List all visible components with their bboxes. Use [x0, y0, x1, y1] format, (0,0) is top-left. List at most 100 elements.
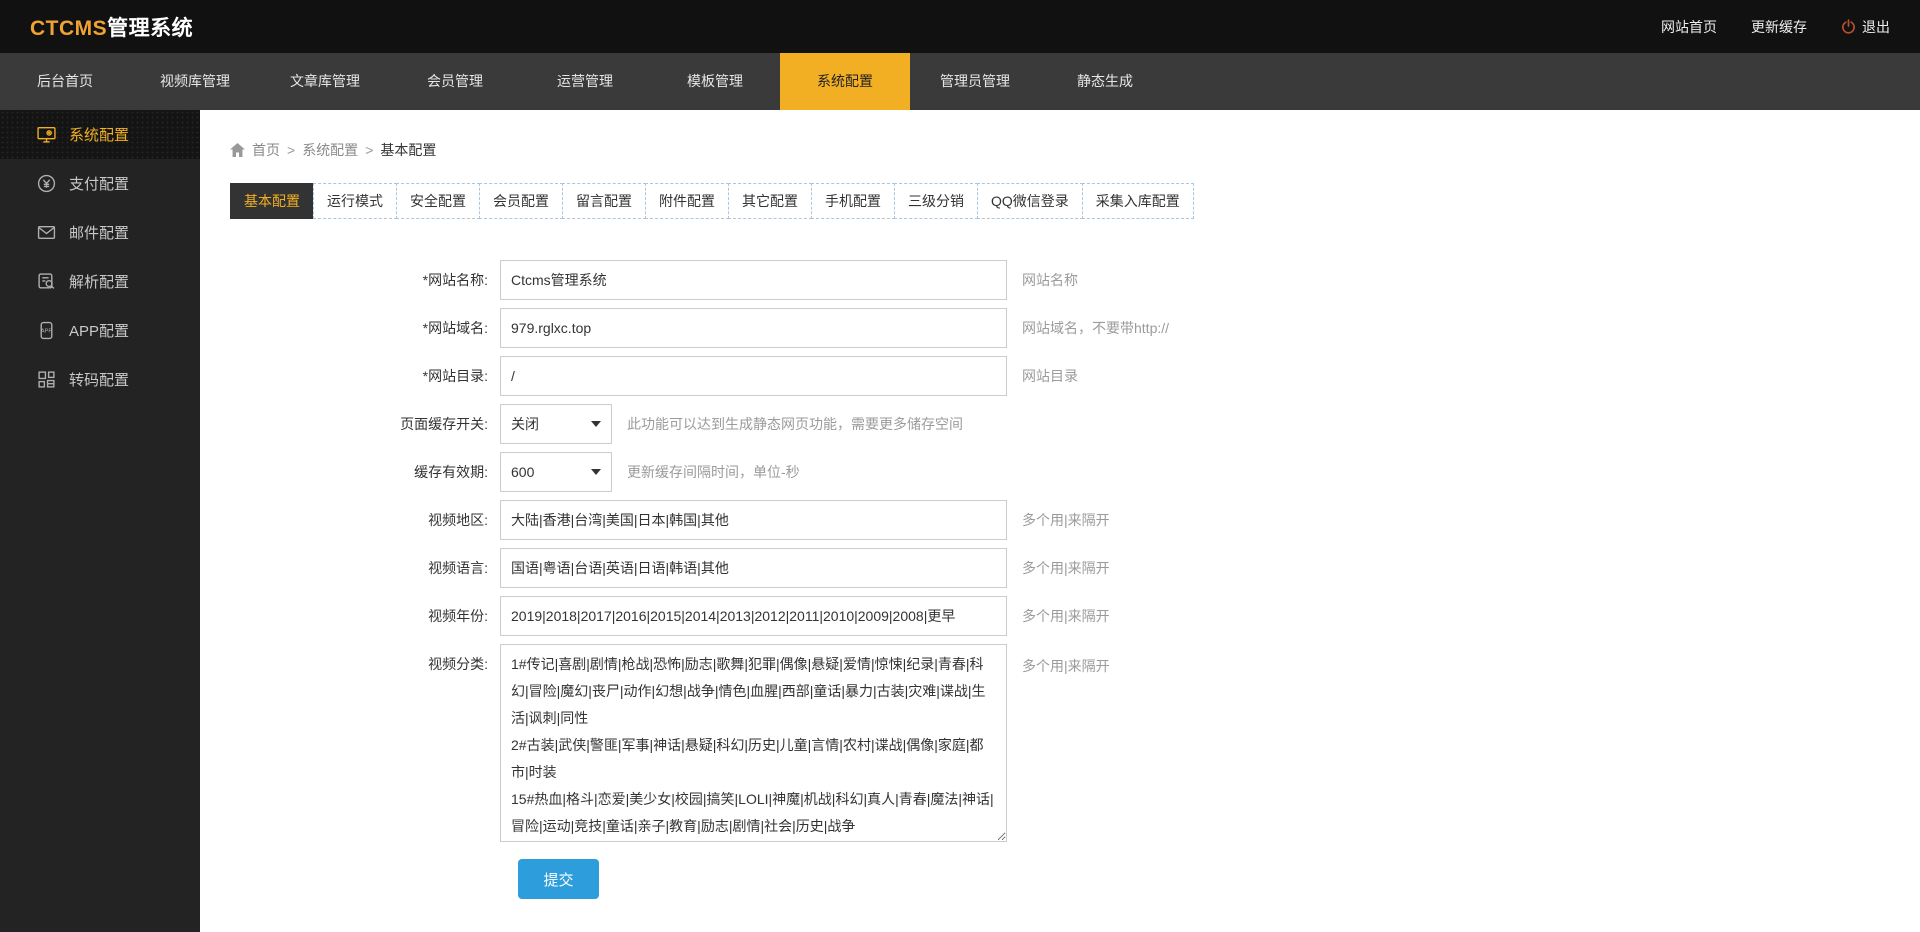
- video-year-hint: 多个用|来隔开: [1022, 608, 1110, 624]
- site-name-label: *网站名称:: [422, 272, 488, 288]
- breadcrumb-home[interactable]: 首页: [252, 140, 280, 160]
- site-name-input[interactable]: [500, 260, 1007, 300]
- mobile-app-icon: APP: [36, 321, 56, 341]
- home-icon: [230, 143, 245, 157]
- mail-icon: [36, 223, 56, 243]
- site-domain-hint: 网站域名，不要带http://: [1022, 320, 1170, 336]
- breadcrumb-section[interactable]: 系统配置: [302, 140, 358, 160]
- sidebar-item-app-config[interactable]: APP APP配置: [0, 306, 200, 355]
- nav-item-operations[interactable]: 运营管理: [520, 53, 650, 110]
- sidebar-item-mail-config[interactable]: 邮件配置: [0, 208, 200, 257]
- cache-ttl-label: 缓存有效期:: [414, 464, 488, 480]
- form-row-site-name: *网站名称: 网站名称: [230, 260, 1920, 300]
- sidebar-item-label: 支付配置: [69, 176, 130, 193]
- cache-ttl-hint: 更新缓存间隔时间，单位-秒: [627, 464, 800, 480]
- form-row-page-cache-switch: 页面缓存开关: 关闭 此功能可以达到生成静态网页功能，需要更多储存空间: [230, 404, 1920, 444]
- tab-basic-config[interactable]: 基本配置: [230, 183, 314, 219]
- page-cache-switch-select[interactable]: 关闭: [500, 404, 612, 444]
- payment-yuan-icon: [36, 174, 56, 194]
- form-row-video-category: 视频分类: 1#传记|喜剧|剧情|枪战|恐怖|励志|歌舞|犯罪|偶像|悬疑|爱情…: [230, 644, 1920, 842]
- tab-member-config[interactable]: 会员配置: [479, 183, 563, 219]
- app-logo: CTCMS管理系统: [30, 12, 193, 42]
- video-category-label: 视频分类:: [428, 656, 488, 672]
- tab-other-config[interactable]: 其它配置: [728, 183, 812, 219]
- page-cache-switch-select-wrap: 关闭: [500, 404, 612, 444]
- sidebar-item-system-config[interactable]: 系统配置: [0, 110, 200, 159]
- tab-run-mode[interactable]: 运行模式: [313, 183, 397, 219]
- logout-link[interactable]: 退出: [1841, 17, 1890, 37]
- cache-ttl-select-wrap: 600: [500, 452, 612, 492]
- svg-text:APP: APP: [40, 329, 52, 335]
- sidebar-item-payment-config[interactable]: 支付配置: [0, 159, 200, 208]
- site-home-link[interactable]: 网站首页: [1661, 17, 1717, 37]
- video-language-hint: 多个用|来隔开: [1022, 560, 1110, 576]
- nav-item-templates[interactable]: 模板管理: [650, 53, 780, 110]
- breadcrumb: 首页 > 系统配置 > 基本配置: [230, 140, 1920, 160]
- site-name-hint: 网站名称: [1022, 272, 1078, 288]
- logout-label: 退出: [1862, 18, 1890, 35]
- transcode-grid-icon: [36, 370, 56, 390]
- form-row-video-year: 视频年份: 多个用|来隔开: [230, 596, 1920, 636]
- video-language-input[interactable]: [500, 548, 1007, 588]
- tab-attachment-config[interactable]: 附件配置: [645, 183, 729, 219]
- refresh-cache-label: 更新缓存: [1751, 18, 1807, 35]
- nav-item-static-generation[interactable]: 静态生成: [1040, 53, 1170, 110]
- form-row-video-region: 视频地区: 多个用|来隔开: [230, 500, 1920, 540]
- sidebar: 系统配置 支付配置 邮件配置 解析配置 APP APP配置 转码配置: [0, 110, 200, 932]
- page-cache-switch-hint: 此功能可以达到生成静态网页功能，需要更多储存空间: [627, 416, 963, 432]
- sidebar-item-parse-config[interactable]: 解析配置: [0, 257, 200, 306]
- breadcrumb-separator: >: [365, 142, 374, 158]
- tab-message-config[interactable]: 留言配置: [562, 183, 646, 219]
- site-home-label: 网站首页: [1661, 18, 1717, 35]
- topbar: CTCMS管理系统 网站首页 更新缓存 退出: [0, 0, 1920, 53]
- site-domain-label: *网站域名:: [422, 320, 488, 336]
- nav-item-system-config[interactable]: 系统配置: [780, 53, 910, 110]
- video-category-textarea[interactable]: 1#传记|喜剧|剧情|枪战|恐怖|励志|歌舞|犯罪|偶像|悬疑|爱情|惊悚|纪录…: [500, 644, 1007, 842]
- main-content: 首页 > 系统配置 > 基本配置 基本配置 运行模式 安全配置 会员配置 留言配…: [200, 110, 1920, 932]
- video-year-input[interactable]: [500, 596, 1007, 636]
- video-category-hint: 多个用|来隔开: [1022, 658, 1110, 674]
- video-region-label: 视频地区:: [428, 512, 488, 528]
- site-directory-label: *网站目录:: [422, 368, 488, 384]
- video-region-input[interactable]: [500, 500, 1007, 540]
- nav-item-members[interactable]: 会员管理: [390, 53, 520, 110]
- tab-collect-import-config[interactable]: 采集入库配置: [1081, 183, 1194, 219]
- monitor-gear-icon: [36, 125, 56, 145]
- breadcrumb-current: 基本配置: [380, 142, 437, 158]
- basic-config-form: *网站名称: 网站名称 *网站域名: 网站域名，不要带http:// *网站目录…: [230, 260, 1920, 899]
- sidebar-item-label: APP配置: [69, 323, 130, 340]
- nav-item-article-library[interactable]: 文章库管理: [260, 53, 390, 110]
- site-directory-hint: 网站目录: [1022, 368, 1078, 384]
- form-row-cache-ttl: 缓存有效期: 600 更新缓存间隔时间，单位-秒: [230, 452, 1920, 492]
- tab-mobile-config[interactable]: 手机配置: [811, 183, 895, 219]
- nav-item-admin-management[interactable]: 管理员管理: [910, 53, 1040, 110]
- main-nav: 后台首页 视频库管理 文章库管理 会员管理 运营管理 模板管理 系统配置 管理员…: [0, 53, 1920, 110]
- sidebar-item-label: 解析配置: [69, 274, 130, 291]
- nav-item-video-library[interactable]: 视频库管理: [130, 53, 260, 110]
- app-logo-rest: 管理系统: [107, 16, 194, 40]
- cache-ttl-select[interactable]: 600: [500, 452, 612, 492]
- sidebar-item-label: 转码配置: [69, 372, 130, 389]
- video-language-label: 视频语言:: [428, 560, 488, 576]
- parse-doc-icon: [36, 272, 56, 292]
- tab-security-config[interactable]: 安全配置: [396, 183, 480, 219]
- tab-distribution-config[interactable]: 三级分销: [894, 183, 978, 219]
- nav-item-dashboard[interactable]: 后台首页: [0, 53, 130, 110]
- site-domain-input[interactable]: [500, 308, 1007, 348]
- refresh-cache-link[interactable]: 更新缓存: [1751, 17, 1807, 37]
- submit-button[interactable]: 提交: [518, 859, 599, 899]
- page-cache-switch-label: 页面缓存开关:: [400, 416, 488, 432]
- video-year-label: 视频年份:: [428, 608, 488, 624]
- config-tabs: 基本配置 运行模式 安全配置 会员配置 留言配置 附件配置 其它配置 手机配置 …: [230, 183, 1920, 219]
- video-region-hint: 多个用|来隔开: [1022, 512, 1110, 528]
- site-directory-input[interactable]: [500, 356, 1007, 396]
- sidebar-item-label: 系统配置: [69, 127, 130, 144]
- topbar-links: 网站首页 更新缓存 退出: [1661, 17, 1890, 37]
- form-row-site-domain: *网站域名: 网站域名，不要带http://: [230, 308, 1920, 348]
- app-logo-highlight: CTCMS: [30, 16, 108, 40]
- form-row-site-directory: *网站目录: 网站目录: [230, 356, 1920, 396]
- sidebar-item-label: 邮件配置: [69, 225, 130, 242]
- tab-qq-wechat-login[interactable]: QQ微信登录: [977, 183, 1083, 219]
- breadcrumb-separator: >: [287, 142, 296, 158]
- sidebar-item-transcode-config[interactable]: 转码配置: [0, 355, 200, 404]
